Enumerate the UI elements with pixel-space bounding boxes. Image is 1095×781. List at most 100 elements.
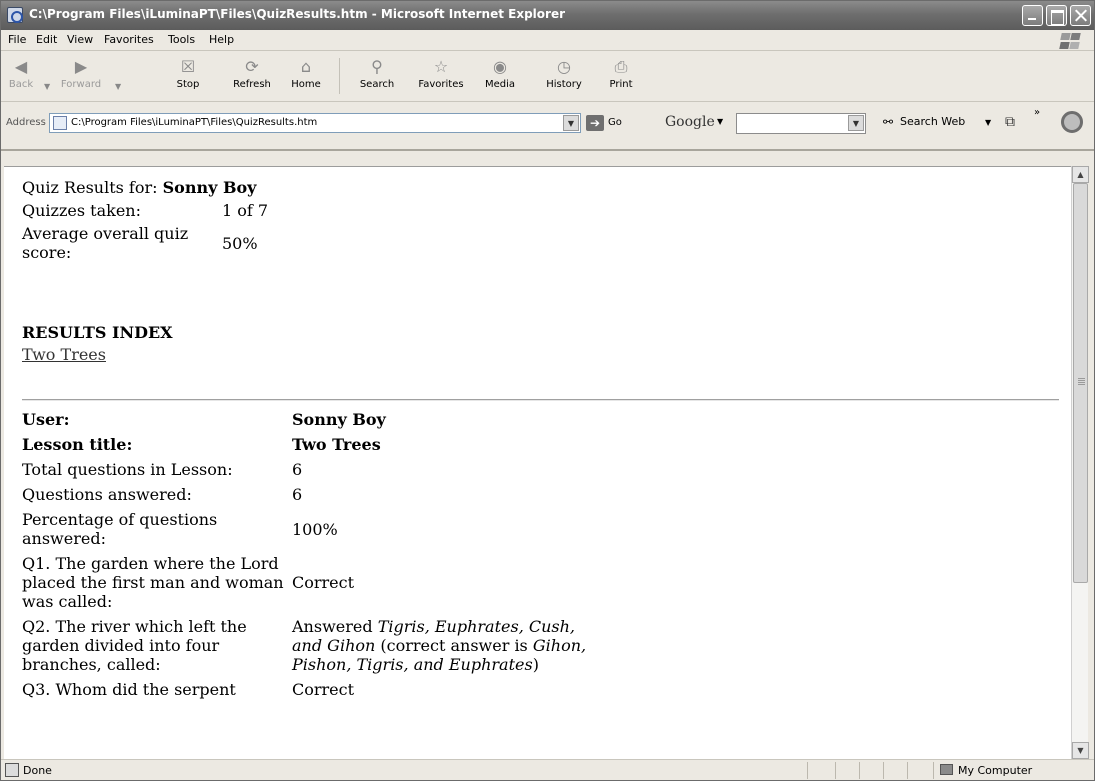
- favorites-label: Favorites: [418, 79, 464, 90]
- status-pane-divider: [859, 762, 860, 779]
- detail-row: Q3. Whom did the serpent Correct: [22, 678, 632, 703]
- refresh-button[interactable]: ⟳ Refresh: [229, 54, 275, 100]
- history-button[interactable]: ◷ History: [541, 54, 587, 100]
- print-label: Print: [609, 79, 633, 90]
- page-status-icon: [5, 763, 19, 777]
- lesson-title-label: Lesson title:: [22, 435, 133, 454]
- lesson-link-two-trees[interactable]: Two Trees: [22, 345, 106, 364]
- refresh-icon: ⟳: [245, 57, 259, 76]
- scroll-down-arrow-icon[interactable]: ▼: [1072, 742, 1089, 759]
- stop-button[interactable]: ☒ Stop: [173, 54, 203, 100]
- answered-prefix: Answered: [292, 617, 373, 636]
- media-label: Media: [484, 79, 516, 90]
- ie-logo-icon: [1061, 111, 1083, 133]
- toolbar-overflow-icon[interactable]: »: [1034, 107, 1040, 118]
- close-button[interactable]: [1070, 5, 1091, 26]
- back-dropdown-icon[interactable]: ▼: [44, 82, 50, 91]
- summary-row: Average overall quiz score: 50%: [22, 222, 270, 264]
- stop-icon: ☒: [180, 57, 196, 76]
- forward-button[interactable]: ▶ Forward: [57, 54, 105, 100]
- favorites-button[interactable]: ☆ Favorites: [414, 54, 468, 100]
- status-pane-divider: [807, 762, 808, 779]
- google-logo[interactable]: Google: [665, 114, 715, 130]
- history-label: History: [546, 79, 582, 90]
- scroll-thumb[interactable]: [1073, 183, 1088, 583]
- vertical-scrollbar[interactable]: ▲ ▼: [1071, 166, 1089, 759]
- menu-edit[interactable]: Edit: [36, 33, 57, 46]
- questions-answered-value: 6: [292, 485, 303, 504]
- menu-favorites[interactable]: Favorites: [104, 33, 154, 46]
- menu-view[interactable]: View: [67, 33, 93, 46]
- question-1-result: Correct: [292, 573, 355, 592]
- scroll-up-arrow-icon[interactable]: ▲: [1072, 166, 1089, 183]
- search-label: Search: [359, 79, 395, 90]
- media-icon: ◉: [493, 57, 507, 76]
- print-button[interactable]: ⎙ Print: [603, 54, 639, 100]
- average-score-value: 50%: [222, 233, 258, 253]
- ie-page-icon: [7, 7, 23, 23]
- address-input[interactable]: C:\Program Files\iLuminaPT\Files\QuizRes…: [49, 113, 581, 133]
- status-text: Done: [23, 764, 52, 777]
- questions-answered-label: Questions answered:: [22, 485, 192, 504]
- detail-row: User: Sonny Boy: [22, 408, 632, 433]
- menu-tools[interactable]: Tools: [168, 33, 195, 46]
- search-web-button[interactable]: Search Web: [900, 115, 965, 128]
- detail-row: Q2. The river which left the garden divi…: [22, 615, 632, 678]
- window-title: C:\Program Files\iLuminaPT\Files\QuizRes…: [29, 7, 566, 21]
- google-dropdown-icon[interactable]: ▼: [848, 115, 864, 131]
- lesson-detail-table: User: Sonny Boy Lesson title: Two Trees …: [22, 408, 632, 703]
- address-value: C:\Program Files\iLuminaPT\Files\QuizRes…: [71, 117, 318, 128]
- status-pane-divider: [907, 762, 908, 779]
- minimize-button[interactable]: [1022, 5, 1043, 26]
- menu-file[interactable]: File: [8, 33, 26, 46]
- correct-answer-close: ): [532, 655, 539, 674]
- quizzes-taken-label: Quizzes taken:: [22, 201, 141, 220]
- forward-dropdown-icon[interactable]: ▼: [115, 82, 121, 91]
- address-dropdown-icon[interactable]: ▼: [563, 115, 579, 131]
- go-arrow-icon[interactable]: ➔: [586, 115, 604, 131]
- media-button[interactable]: ◉ Media: [482, 54, 518, 100]
- status-pane-divider: [835, 762, 836, 779]
- menu-help[interactable]: Help: [209, 33, 234, 46]
- question-3-label: Q3. Whom did the serpent: [22, 680, 236, 699]
- menu-bar: File Edit View Favorites Tools Help: [1, 30, 1094, 51]
- forward-arrow-icon: ▶: [74, 57, 88, 76]
- lesson-title-value: Two Trees: [292, 435, 381, 454]
- title-bar: C:\Program Files\iLuminaPT\Files\QuizRes…: [1, 1, 1094, 30]
- search-icon: ⚲: [371, 57, 383, 76]
- printer-icon: ⎙: [614, 57, 628, 76]
- maximize-button[interactable]: [1046, 5, 1067, 26]
- back-button[interactable]: ◀ Back: [3, 54, 39, 100]
- question-2-result: Answered Tigris, Euphrates, Cush, and Gi…: [292, 615, 632, 678]
- detail-row: Questions answered: 6: [22, 483, 632, 508]
- status-pane-divider: [933, 762, 934, 779]
- home-label: Home: [291, 79, 321, 90]
- google-menu-chevron-icon[interactable]: ▼: [717, 117, 723, 126]
- question-2-label: Q2. The river which left the garden divi…: [22, 617, 247, 674]
- popup-blocker-icon[interactable]: ⧉: [1005, 114, 1015, 130]
- home-button[interactable]: ⌂ Home: [289, 54, 323, 100]
- address-bar: Address C:\Program Files\iLuminaPT\Files…: [1, 103, 1094, 151]
- summary-row: Quizzes taken: 1 of 7: [22, 199, 270, 222]
- detail-row: Percentage of questions answered: 100%: [22, 508, 632, 552]
- toolbar-separator: [339, 58, 340, 94]
- go-button[interactable]: Go: [608, 117, 622, 128]
- question-3-result: Correct: [292, 680, 355, 699]
- results-for-label: Quiz Results for:: [22, 178, 158, 197]
- security-zone-label: My Computer: [958, 764, 1033, 777]
- my-computer-icon: [940, 764, 953, 775]
- back-arrow-icon: ◀: [14, 57, 28, 76]
- user-label: User:: [22, 410, 70, 429]
- search-web-chevron-icon[interactable]: ▼: [985, 118, 991, 127]
- results-index-heading: RESULTS INDEX: [22, 323, 173, 342]
- search-button[interactable]: ⚲ Search: [355, 54, 399, 100]
- question-1-label: Q1. The garden where the Lord placed the…: [22, 554, 284, 611]
- summary-table: Quizzes taken: 1 of 7 Average overall qu…: [22, 199, 270, 264]
- google-search-input[interactable]: ▼: [736, 113, 866, 134]
- total-questions-label: Total questions in Lesson:: [22, 460, 233, 479]
- detail-row: Lesson title: Two Trees: [22, 433, 632, 458]
- user-value: Sonny Boy: [292, 410, 386, 429]
- percentage-answered-value: 100%: [292, 519, 338, 539]
- windows-flag-icon: [1058, 32, 1082, 50]
- favorites-star-icon: ☆: [433, 57, 449, 76]
